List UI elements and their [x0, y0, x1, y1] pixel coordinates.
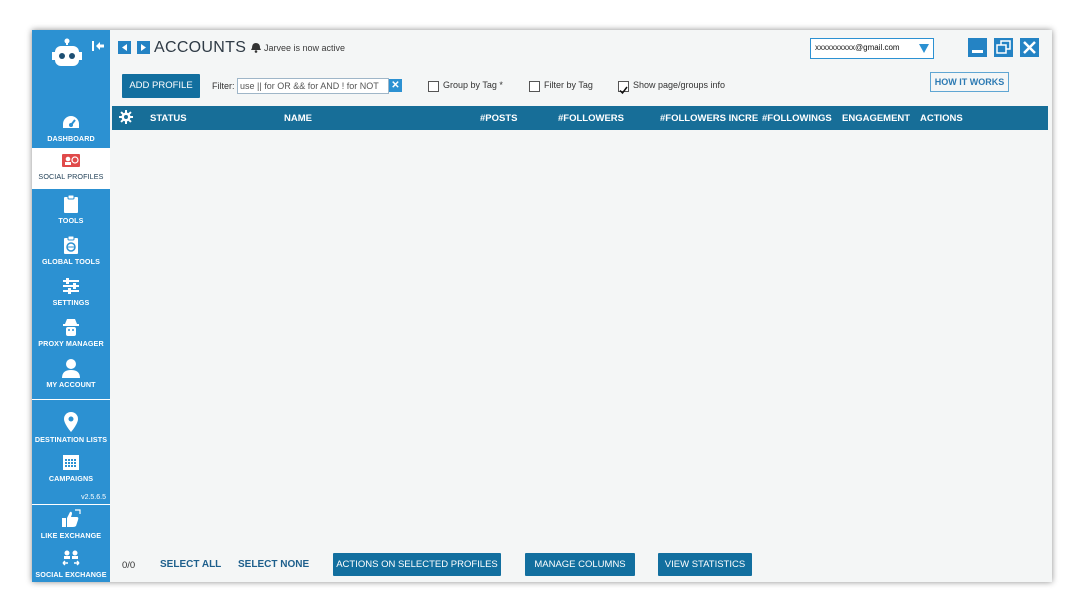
sidebar-item-label: CAMPAIGNS [48, 474, 94, 483]
add-profile-button[interactable]: ADD PROFILE [122, 74, 200, 98]
sidebar-item-campaigns[interactable]: CAMPAIGNS [32, 448, 110, 489]
show-page-groups-label: Show page/groups info [633, 80, 726, 90]
actions-on-selected-button[interactable]: ACTIONS ON SELECTED PROFILES [333, 553, 501, 576]
sidebar-item-label: GLOBAL TOOLS [41, 257, 101, 266]
version-label: v2.5.6.5 [81, 494, 106, 501]
thumbs-up-icon [62, 509, 81, 527]
show-page-groups-checkbox[interactable] [618, 81, 629, 95]
sidebar-item-like-exchange[interactable]: LIKE EXCHANGE [32, 505, 110, 546]
group-by-tag-checkbox[interactable] [428, 81, 439, 92]
close-button[interactable] [1020, 38, 1039, 57]
minimize-icon [972, 50, 983, 53]
social-profiles-icon [62, 154, 80, 167]
column-header-followers[interactable]: #FOLLOWERS [558, 113, 624, 124]
column-header-actions[interactable]: ACTIONS [920, 113, 963, 124]
select-none-button[interactable]: SELECT NONE [238, 559, 309, 570]
restore-button[interactable] [994, 38, 1013, 57]
filter-clear-button[interactable]: ✕ [389, 79, 402, 92]
sidebar-item-destination-lists[interactable]: DESTINATION LISTS [32, 407, 110, 448]
account-select[interactable]: xxxxxxxxxx@gmail.com [810, 38, 934, 59]
sidebar-item-settings[interactable]: SETTINGS [32, 272, 110, 313]
sidebar-divider [32, 399, 110, 400]
filter-label: Filter: [212, 81, 235, 91]
view-statistics-button[interactable]: VIEW STATISTICS [658, 553, 752, 576]
group-by-tag-label: Group by Tag * [443, 80, 503, 90]
sidebar-item-tools[interactable]: TOOLS [32, 190, 110, 231]
dashboard-icon [63, 116, 79, 128]
sidebar-item-label: MY ACCOUNT [46, 380, 96, 389]
global-tools-icon [64, 235, 78, 254]
checkmark-icon [619, 86, 628, 95]
filter-input[interactable]: use || for OR && for AND ! for NOT [237, 78, 389, 94]
sidebar-item-label: LIKE EXCHANGE [40, 531, 102, 540]
filter-by-tag-checkbox[interactable] [529, 81, 540, 92]
user-icon [62, 359, 80, 378]
triangle-left-icon [122, 44, 127, 51]
page-title: ACCOUNTS [154, 39, 247, 56]
robot-logo-icon [52, 38, 82, 66]
clipboard-icon [64, 194, 78, 213]
restore-icon [996, 40, 1011, 54]
table-header: STATUS NAME #POSTS #FOLLOWERS #FOLLOWERS… [112, 106, 1048, 130]
calendar-icon [63, 455, 79, 470]
close-icon: ✕ [391, 80, 400, 91]
column-header-status[interactable]: STATUS [150, 113, 187, 124]
how-it-works-button[interactable]: HOW IT WORKS [930, 72, 1009, 92]
sidebar-item-label: TOOLS [58, 216, 84, 225]
bell-icon [251, 43, 261, 53]
column-header-posts[interactable]: #POSTS [480, 113, 518, 124]
sidebar-item-label: SOCIAL PROFILES [38, 172, 104, 181]
minimize-button[interactable] [968, 38, 987, 57]
column-header-followers-increase[interactable]: #FOLLOWERS INCREA [660, 113, 758, 124]
column-header-name[interactable]: NAME [284, 113, 312, 124]
select-all-button[interactable]: SELECT ALL [160, 559, 221, 570]
sidebar-item-label: SOCIAL EXCHANGE [35, 570, 107, 579]
sidebar-item-label: DASHBOARD [47, 134, 95, 143]
close-icon [1023, 41, 1036, 54]
forward-button[interactable] [137, 41, 150, 54]
app-window: DASHBOARD SOCIAL PROFILES TOOLS GLOBAL T… [32, 30, 1052, 582]
sidebar-item-label: SETTINGS [52, 298, 90, 307]
sidebar-item-proxy-manager[interactable]: PROXY MANAGER [32, 313, 110, 354]
sidebar-item-global-tools[interactable]: GLOBAL TOOLS [32, 231, 110, 272]
column-header-followings[interactable]: #FOLLOWINGS [762, 113, 832, 124]
filter-by-tag-label: Filter by Tag [544, 80, 593, 90]
status-text: Jarvee is now active [264, 43, 346, 53]
caret-down-icon [919, 44, 929, 53]
sidebar-item-my-account[interactable]: MY ACCOUNT [32, 354, 110, 395]
people-exchange-icon [62, 550, 80, 566]
account-select-value: xxxxxxxxxx@gmail.com [815, 43, 900, 52]
back-button[interactable] [118, 41, 131, 54]
sidebar-item-label: PROXY MANAGER [38, 339, 104, 348]
sliders-icon [63, 278, 79, 294]
sidebar-item-dashboard[interactable]: DASHBOARD [32, 110, 110, 151]
map-pin-icon [64, 412, 78, 432]
column-header-engagement[interactable]: ENGAGEMENT [842, 113, 910, 124]
manage-columns-button[interactable]: MANAGE COLUMNS [525, 553, 635, 576]
logout-icon[interactable] [92, 40, 104, 52]
sidebar-item-label: DESTINATION LISTS [34, 435, 108, 444]
gear-icon[interactable] [119, 110, 133, 124]
sidebar: DASHBOARD SOCIAL PROFILES TOOLS GLOBAL T… [32, 30, 110, 582]
proxy-icon [63, 319, 79, 336]
sidebar-item-social-exchange[interactable]: SOCIAL EXCHANGE [32, 546, 110, 582]
selection-count: 0/0 [122, 560, 136, 571]
triangle-right-icon [141, 44, 146, 51]
sidebar-header [32, 30, 110, 108]
sidebar-item-social-profiles[interactable]: SOCIAL PROFILES [32, 148, 110, 189]
table-body [112, 130, 1048, 546]
